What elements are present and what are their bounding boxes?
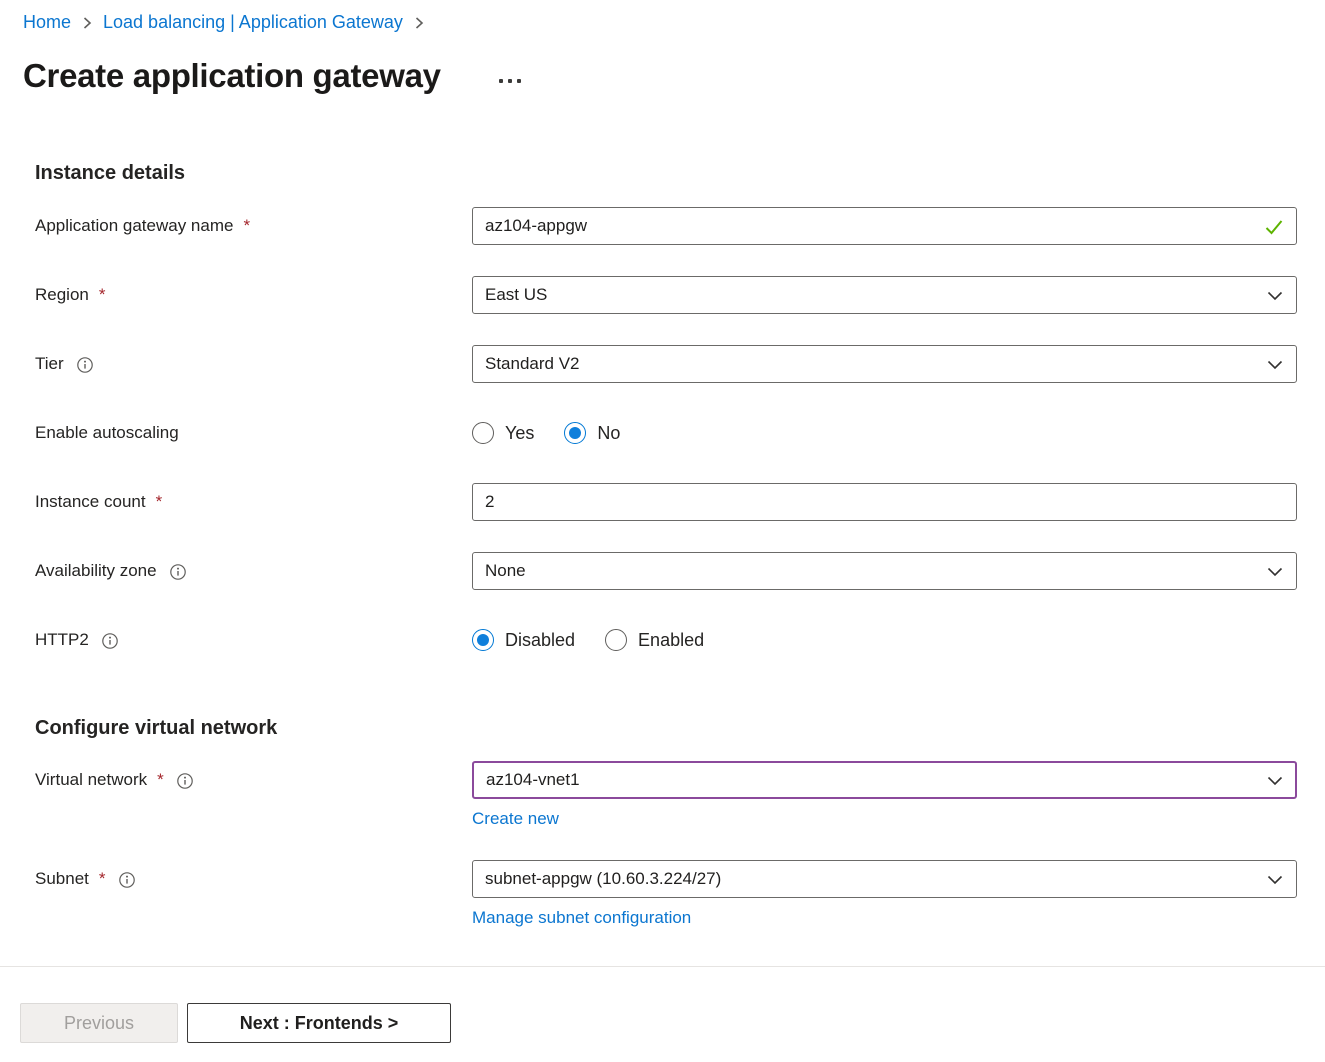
subnet-label: Subnet*	[35, 860, 472, 890]
footer-divider	[0, 966, 1325, 967]
availability-zone-value: None	[485, 561, 526, 581]
required-asterisk: *	[99, 284, 106, 306]
instance-count-row: Instance count*	[35, 483, 1297, 521]
tier-label: Tier	[35, 345, 472, 375]
more-options-button[interactable]	[493, 73, 527, 89]
instance-details-heading: Instance details	[35, 160, 1297, 186]
app-gateway-name-row: Application gateway name*	[35, 207, 1297, 245]
virtual-network-dropdown[interactable]: az104-vnet1	[472, 761, 1297, 799]
enable-autoscaling-radio-group: Yes No	[472, 414, 1297, 452]
required-asterisk: *	[99, 868, 106, 890]
virtual-network-label: Virtual network*	[35, 761, 472, 791]
info-icon[interactable]	[176, 772, 194, 790]
instance-count-input[interactable]	[472, 483, 1297, 521]
autoscaling-yes-radio[interactable]: Yes	[472, 422, 534, 444]
radio-icon	[605, 629, 627, 651]
http2-enabled-radio[interactable]: Enabled	[605, 629, 704, 651]
availability-zone-label: Availability zone	[35, 552, 472, 582]
chevron-down-icon	[1266, 871, 1284, 894]
required-asterisk: *	[156, 491, 163, 513]
required-asterisk: *	[243, 215, 250, 237]
chevron-right-icon	[81, 16, 93, 30]
info-icon[interactable]	[76, 356, 94, 374]
next-frontends-button[interactable]: Next : Frontends >	[187, 1003, 451, 1043]
info-icon[interactable]	[101, 632, 119, 650]
radio-selected-icon	[564, 422, 586, 444]
subnet-dropdown[interactable]: subnet-appgw (10.60.3.224/27)	[472, 860, 1297, 898]
manage-subnet-configuration-link[interactable]: Manage subnet configuration	[472, 907, 691, 929]
tier-value: Standard V2	[485, 354, 580, 374]
breadcrumb: Home Load balancing | Application Gatewa…	[0, 0, 1325, 34]
region-dropdown[interactable]: East US	[472, 276, 1297, 314]
create-new-vnet-link[interactable]: Create new	[472, 808, 559, 830]
tier-dropdown[interactable]: Standard V2	[472, 345, 1297, 383]
region-value: East US	[485, 285, 547, 305]
virtual-network-row: Virtual network* az104-vnet1 Create new	[35, 761, 1297, 830]
radio-selected-icon	[472, 629, 494, 651]
virtual-network-value: az104-vnet1	[486, 770, 580, 790]
required-asterisk: *	[157, 769, 164, 791]
chevron-down-icon	[1266, 772, 1284, 795]
availability-zone-row: Availability zone None	[35, 552, 1297, 590]
app-gateway-name-input[interactable]	[472, 207, 1297, 245]
create-application-gateway-page: Home Load balancing | Application Gatewa…	[0, 0, 1325, 1062]
previous-button[interactable]: Previous	[20, 1003, 178, 1043]
subnet-row: Subnet* subnet-appgw (10.60.3.224/27) Ma…	[35, 860, 1297, 929]
subnet-value: subnet-appgw (10.60.3.224/27)	[485, 869, 721, 889]
enable-autoscaling-row: Enable autoscaling Yes No	[35, 414, 1297, 452]
chevron-right-icon	[413, 16, 425, 30]
chevron-down-icon	[1266, 356, 1284, 379]
breadcrumb-load-balancing-link[interactable]: Load balancing | Application Gateway	[103, 10, 403, 34]
enable-autoscaling-label: Enable autoscaling	[35, 414, 472, 444]
radio-icon	[472, 422, 494, 444]
tier-row: Tier Standard V2	[35, 345, 1297, 383]
chevron-down-icon	[1266, 287, 1284, 310]
configure-vnet-heading: Configure virtual network	[35, 715, 1297, 741]
region-row: Region* East US	[35, 276, 1297, 314]
info-icon[interactable]	[169, 563, 187, 581]
page-title: Create application gateway	[23, 54, 441, 98]
app-gateway-name-label: Application gateway name*	[35, 207, 472, 237]
info-icon[interactable]	[118, 871, 136, 889]
availability-zone-dropdown[interactable]: None	[472, 552, 1297, 590]
region-label: Region*	[35, 276, 472, 306]
http2-radio-group: Disabled Enabled	[472, 621, 1297, 659]
http2-row: HTTP2 Disabled Enabled	[35, 621, 1297, 659]
ellipsis-horizontal-icon	[499, 79, 503, 83]
wizard-footer: Previous Next : Frontends >	[20, 1003, 1325, 1043]
http2-disabled-radio[interactable]: Disabled	[472, 629, 575, 651]
http2-label: HTTP2	[35, 621, 472, 651]
autoscaling-no-radio[interactable]: No	[564, 422, 620, 444]
valid-checkmark-icon	[1263, 216, 1285, 243]
page-header: Create application gateway	[23, 54, 1325, 98]
create-form: Instance details Application gateway nam…	[35, 160, 1297, 929]
breadcrumb-home-link[interactable]: Home	[23, 10, 71, 34]
instance-count-label: Instance count*	[35, 483, 472, 513]
chevron-down-icon	[1266, 563, 1284, 586]
